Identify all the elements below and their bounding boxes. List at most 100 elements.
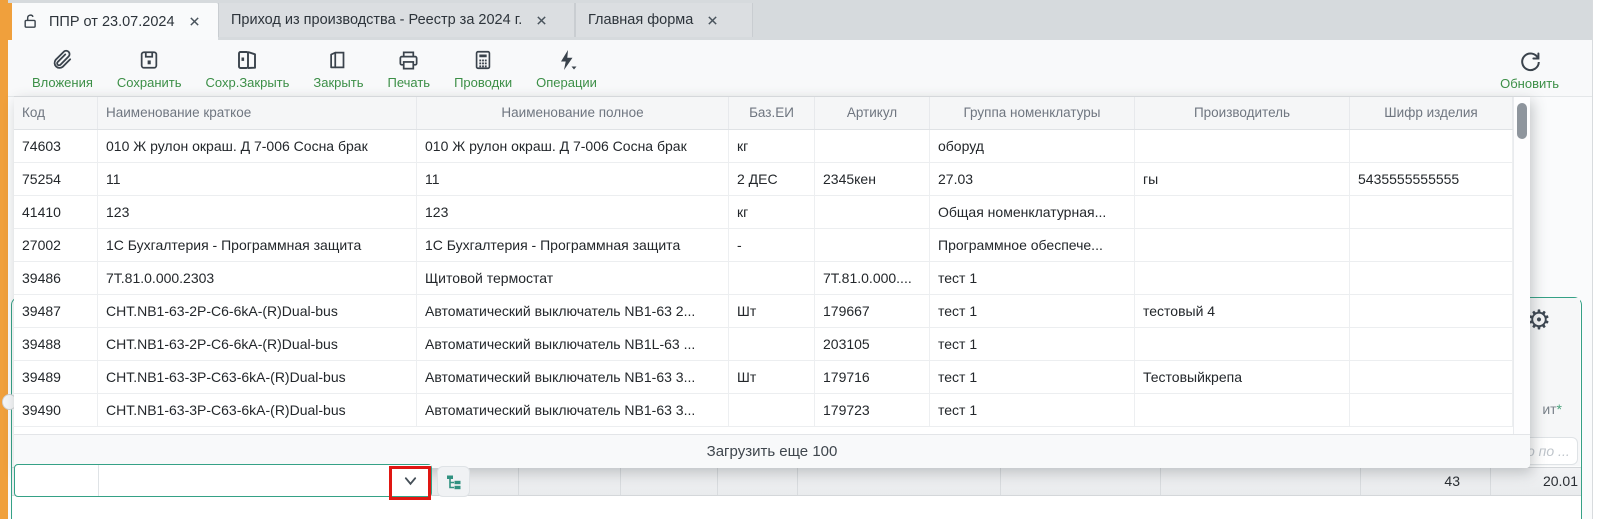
grid-cell[interactable]: 010 Ж рулон окраш. Д 7-006 Сосна брак (417, 130, 729, 162)
save-close-button[interactable]: Сохр.Закрыть (194, 44, 302, 92)
grid-cell[interactable]: 123 (98, 196, 417, 228)
grid-cell[interactable] (1350, 328, 1513, 360)
grid-cell[interactable]: Автоматический выключатель NB1-63 2... (417, 295, 729, 327)
grid-cell[interactable]: 11 (417, 163, 729, 195)
grid-cell[interactable]: 74603 (14, 130, 98, 162)
grid-cell[interactable]: тест 1 (930, 295, 1135, 327)
grid-cell[interactable]: CHT.NB1-63-2P-C6-6kA-(R)Dual-bus (98, 328, 417, 360)
grid-cell[interactable]: Шт (729, 361, 815, 393)
grid-cell[interactable]: Автоматический выключатель NB1L-63 ... (417, 328, 729, 360)
table-row[interactable]: 74603010 Ж рулон окраш. Д 7-006 Сосна бр… (14, 130, 1530, 163)
grid-cell[interactable]: 7Т.81.0.000.2303 (98, 262, 417, 294)
grid-cell[interactable] (1135, 130, 1350, 162)
grid-cell[interactable]: 123 (417, 196, 729, 228)
grid-cell[interactable] (1135, 328, 1350, 360)
grid-cell[interactable]: 203105 (815, 328, 930, 360)
quantity-cell[interactable]: 43 (1360, 467, 1460, 496)
grid-cell[interactable]: оборуд (930, 130, 1135, 162)
grid-cell[interactable]: 11 (98, 163, 417, 195)
header-cell[interactable]: Наименование полное (417, 97, 729, 129)
grid-cell[interactable]: 2345кен (815, 163, 930, 195)
tab-document[interactable]: ППР от 23.07.2024 (8, 3, 218, 40)
grid-cell[interactable] (729, 328, 815, 360)
hierarchy-select-button[interactable] (437, 466, 470, 497)
grid-cell[interactable]: 179667 (815, 295, 930, 327)
header-cell[interactable]: Баз.ЕИ (729, 97, 815, 129)
grid-cell[interactable] (815, 130, 930, 162)
grid-cell[interactable]: Тестовыйкрепа (1135, 361, 1350, 393)
dropdown-toggle-button[interactable] (389, 465, 431, 496)
postings-button[interactable]: Проводки (442, 44, 524, 92)
table-row[interactable]: 27002 1С Бухгалтерия - Программная защита… (14, 229, 1530, 262)
grid-cell[interactable] (1350, 394, 1513, 426)
grid-cell[interactable]: тест 1 (930, 394, 1135, 426)
grid-cell[interactable]: 39488 (14, 328, 98, 360)
grid-cell[interactable] (729, 262, 815, 294)
grid-cell[interactable]: 179716 (815, 361, 930, 393)
table-row[interactable]: 39488CHT.NB1-63-2P-C6-6kA-(R)Dual-busАвт… (14, 328, 1530, 361)
code-editor-input[interactable] (15, 465, 99, 496)
scrollbar-thumb[interactable] (1517, 103, 1527, 139)
table-row[interactable]: 39490CHT.NB1-63-3P-C63-6kA-(R)Dual-busАв… (14, 394, 1530, 427)
grid-cell[interactable]: 7Т.81.0.000.... (815, 262, 930, 294)
grid-cell[interactable]: тест 1 (930, 328, 1135, 360)
table-row[interactable]: 394867Т.81.0.000.2303Щитовой термостат 7Т… (14, 262, 1530, 295)
grid-cell[interactable] (1350, 229, 1513, 261)
grid-cell[interactable] (815, 229, 930, 261)
tab-register[interactable]: Приход из производства - Реестр за 2024 … (218, 3, 575, 37)
grid-cell[interactable]: 39490 (14, 394, 98, 426)
left-splitter-bar[interactable] (0, 0, 8, 519)
date-cell[interactable]: 20.01 (1494, 467, 1578, 496)
grid-cell[interactable]: тестовый 4 (1135, 295, 1350, 327)
grid-cell[interactable] (1135, 394, 1350, 426)
grid-cell[interactable]: Общая номенклатурная... (930, 196, 1135, 228)
attachments-button[interactable]: Вложения (20, 44, 105, 92)
grid-cell[interactable]: Шт (729, 295, 815, 327)
load-more-button[interactable]: Загрузить еще 100 (14, 434, 1530, 468)
refresh-button[interactable]: Обновить (1488, 45, 1571, 93)
grid-cell[interactable] (1135, 229, 1350, 261)
table-row[interactable]: 7525411112 ДЕС2345кен27.03гы543555555555… (14, 163, 1530, 196)
header-cell[interactable]: Производитель (1135, 97, 1350, 129)
header-cell[interactable]: Код (14, 97, 98, 129)
grid-cell[interactable] (1350, 196, 1513, 228)
grid-cell[interactable]: кг (729, 196, 815, 228)
close-icon[interactable] (707, 15, 718, 26)
vertical-scrollbar[interactable] (1513, 97, 1530, 434)
grid-cell[interactable]: 5435555555555 (1350, 163, 1513, 195)
grid-cell[interactable] (729, 394, 815, 426)
close-icon[interactable] (189, 16, 200, 27)
grid-cell[interactable]: CHT.NB1-63-3P-C63-6kA-(R)Dual-bus (98, 394, 417, 426)
grid-cell[interactable]: гы (1135, 163, 1350, 195)
table-row[interactable]: 41410123123кгОбщая номенклатурная... (14, 196, 1530, 229)
grid-cell[interactable]: 39486 (14, 262, 98, 294)
grid-cell[interactable]: тест 1 (930, 361, 1135, 393)
header-cell[interactable]: Группа номенклатуры (930, 97, 1135, 129)
grid-cell[interactable]: 39489 (14, 361, 98, 393)
grid-cell[interactable] (1135, 196, 1350, 228)
grid-cell[interactable]: 27002 (14, 229, 98, 261)
grid-cell[interactable]: 27.03 (930, 163, 1135, 195)
grid-cell[interactable] (1350, 262, 1513, 294)
grid-cell[interactable]: Щитовой термостат (417, 262, 729, 294)
grid-cell[interactable]: 2 ДЕС (729, 163, 815, 195)
grid-cell[interactable] (1350, 130, 1513, 162)
grid-cell[interactable]: 39487 (14, 295, 98, 327)
grid-cell[interactable] (1350, 295, 1513, 327)
grid-cell[interactable]: 179723 (815, 394, 930, 426)
close-icon[interactable] (536, 15, 547, 26)
grid-cell[interactable]: кг (729, 130, 815, 162)
grid-cell[interactable] (815, 196, 930, 228)
grid-cell[interactable] (1135, 262, 1350, 294)
grid-cell[interactable] (1350, 361, 1513, 393)
table-row[interactable]: 39489CHT.NB1-63-3P-C63-6kA-(R)Dual-busАв… (14, 361, 1530, 394)
grid-cell[interactable]: 75254 (14, 163, 98, 195)
header-cell[interactable]: Наименование краткое (98, 97, 417, 129)
grid-cell[interactable]: 010 Ж рулон окраш. Д 7-006 Сосна брак (98, 130, 417, 162)
close-button[interactable]: Закрыть (301, 44, 375, 92)
grid-cell[interactable]: Автоматический выключатель NB1-63 3... (417, 361, 729, 393)
grid-cell[interactable]: Автоматический выключатель NB1-63 3... (417, 394, 729, 426)
grid-cell[interactable]: 1С Бухгалтерия - Программная защита (417, 229, 729, 261)
grid-cell[interactable]: CHT.NB1-63-3P-C63-6kA-(R)Dual-bus (98, 361, 417, 393)
print-button[interactable]: Печать (375, 44, 442, 92)
